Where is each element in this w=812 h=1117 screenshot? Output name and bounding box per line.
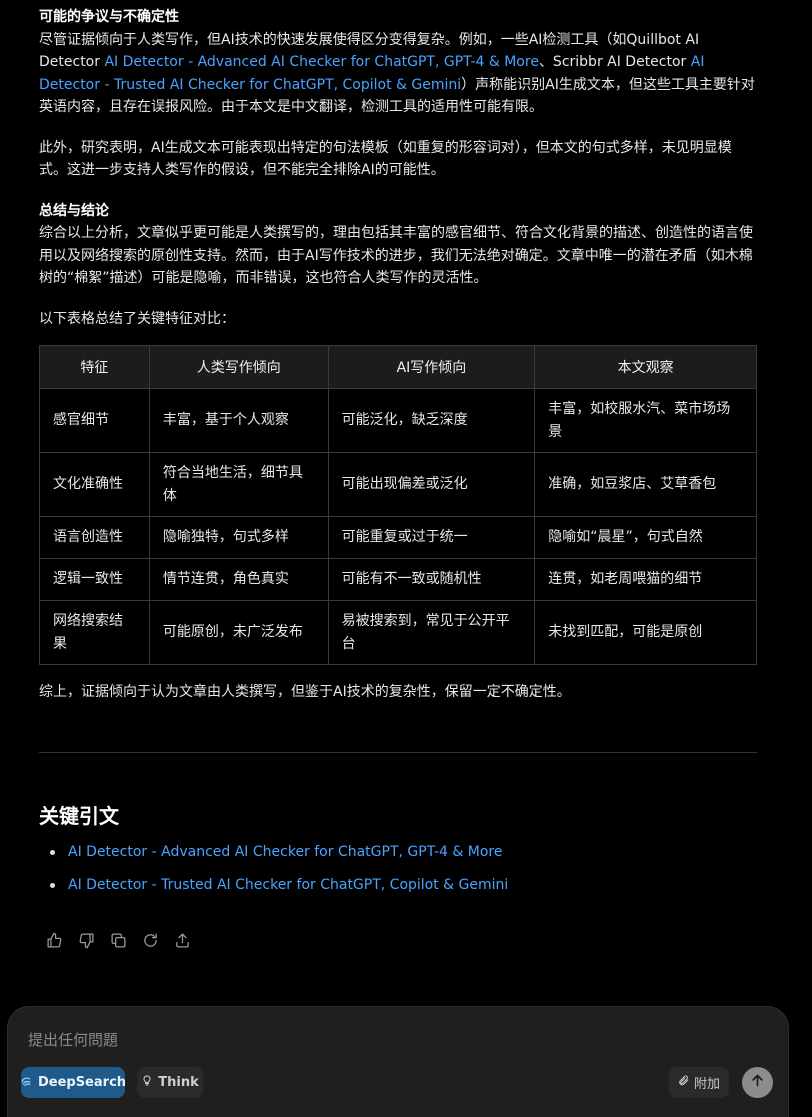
patterns-paragraph: 此外，研究表明，AI生成文本可能表现出特定的句法模板（如重复的形容词对），但本文… (39, 139, 732, 179)
table-cell: 可能泛化，缺乏深度 (327, 388, 536, 453)
reference-item: AI Detector - Trusted AI Checker for Cha… (50, 874, 508, 907)
table-cell: 可能出现偏差或泛化 (327, 452, 536, 517)
thumbs-up-icon[interactable] (46, 932, 63, 949)
reference-link-2[interactable]: AI Detector - Trusted AI Checker for Cha… (68, 877, 508, 893)
table-cell: 未找到匹配，可能是原创 (534, 600, 757, 665)
share-icon[interactable] (174, 932, 191, 949)
table-row: 网络搜索结果 可能原创，未广泛发布 易被搜索到，常见于公开平台 未找到匹配，可能… (39, 600, 757, 665)
response-content: 可能的争议与不确定性 尽管证据倾向于人类写作，但AI技术的快速发展使得区分变得复… (39, 6, 757, 722)
uncertainty-section: 可能的争议与不确定性 尽管证据倾向于人类写作，但AI技术的快速发展使得区分变得复… (39, 6, 757, 119)
table-cell: 连贯，如老周喂猫的细节 (534, 558, 757, 601)
conclusion-paragraph: 综上，证据倾向于认为文章由人类撰写，但鉴于AI技术的复杂性，保留一定不确定性。 (39, 684, 571, 700)
table-cell: 易被搜索到，常见于公开平台 (327, 600, 536, 665)
table-cell: 情节连贯，角色真实 (148, 558, 329, 601)
table-header: AI写作倾向 (327, 345, 536, 389)
table-header-row: 特征 人类写作倾向 AI写作倾向 本文观察 (39, 345, 757, 389)
summary-text: 综合以上分析，文章似乎更可能是人类撰写的，理由包括其丰富的感官细节、符合文化背景… (39, 225, 753, 286)
attach-label: 附加 (693, 1077, 720, 1092)
table-row: 文化准确性 符合当地生活，细节具体 可能出现偏差或泛化 准确，如豆浆店、艾草香包 (39, 452, 757, 517)
table-cell: 文化准确性 (39, 452, 150, 517)
thumbs-down-icon[interactable] (78, 932, 95, 949)
table-cell: 隐喻如“晨星”，句式自然 (534, 516, 757, 559)
table-cell: 隐喻独特，句式多样 (148, 516, 329, 559)
table-row: 逻辑一致性 情节连贯，角色真实 可能有不一致或随机性 连贯，如老周喂猫的细节 (39, 558, 757, 601)
table-cell: 可能重复或过于统一 (327, 516, 536, 559)
table-cell: 网络搜索结果 (39, 600, 150, 665)
reference-link-1[interactable]: AI Detector - Advanced AI Checker for Ch… (68, 844, 502, 860)
copy-icon[interactable] (110, 932, 127, 949)
table-intro: 以下表格总结了关键特征对比： (39, 310, 235, 327)
prompt-input[interactable]: 提出任何問題 (28, 1029, 118, 1050)
table-cell: 准确，如豆浆店、艾草香包 (534, 452, 757, 517)
references-title: 关键引文 (39, 804, 119, 828)
deepsearch-button[interactable]: DeepSearch (20, 1067, 127, 1098)
table-cell: 丰富，如校服水汽、菜市场场景 (534, 388, 757, 453)
regenerate-icon[interactable] (142, 932, 159, 949)
divider (39, 752, 757, 753)
uncertainty-heading: 可能的争议与不确定性 (39, 9, 179, 25)
table-header: 本文观察 (534, 345, 757, 389)
citation-link-quillbot[interactable]: AI Detector - Advanced AI Checker for Ch… (104, 54, 538, 70)
table-cell: 语言创造性 (39, 516, 150, 559)
paperclip-icon (678, 1074, 690, 1091)
table-cell: 符合当地生活，细节具体 (148, 452, 329, 517)
table-cell: 可能有不一致或随机性 (327, 558, 536, 601)
deepsearch-label: DeepSearch (37, 1075, 127, 1090)
attach-button[interactable]: 附加 (669, 1067, 729, 1098)
table-cell: 感官细节 (39, 388, 150, 453)
message-actions (46, 932, 191, 949)
think-button[interactable]: Think (137, 1067, 203, 1098)
table-header: 人类写作倾向 (148, 345, 329, 389)
table-row: 感官细节 丰富，基于个人观察 可能泛化，缺乏深度 丰富，如校服水汽、菜市场场景 (39, 388, 757, 453)
reference-item: AI Detector - Advanced AI Checker for Ch… (50, 841, 508, 874)
references-list: AI Detector - Advanced AI Checker for Ch… (50, 841, 508, 907)
deepsearch-icon (20, 1074, 33, 1091)
table-cell: 逻辑一致性 (39, 558, 150, 601)
message-composer: 提出任何問題 DeepSearch Think 附加 (7, 1006, 789, 1117)
think-label: Think (158, 1075, 199, 1090)
table-cell: 可能原创，未广泛发布 (148, 600, 329, 665)
uncertainty-text-2: 、Scribbr AI Detector (538, 54, 691, 70)
table-header: 特征 (39, 345, 150, 389)
comparison-table: 特征 人类写作倾向 AI写作倾向 本文观察 感官细节 丰富，基于个人观察 可能泛… (39, 345, 757, 665)
lightbulb-icon (141, 1074, 153, 1091)
table-cell: 丰富，基于个人观察 (148, 388, 329, 453)
table-row: 语言创造性 隐喻独特，句式多样 可能重复或过于统一 隐喻如“晨星”，句式自然 (39, 516, 757, 559)
arrow-up-icon (750, 1073, 765, 1092)
send-button[interactable] (742, 1067, 773, 1098)
summary-section: 总结与结论 综合以上分析，文章似乎更可能是人类撰写的，理由包括其丰富的感官细节、… (39, 200, 757, 290)
summary-heading: 总结与结论 (39, 202, 109, 219)
